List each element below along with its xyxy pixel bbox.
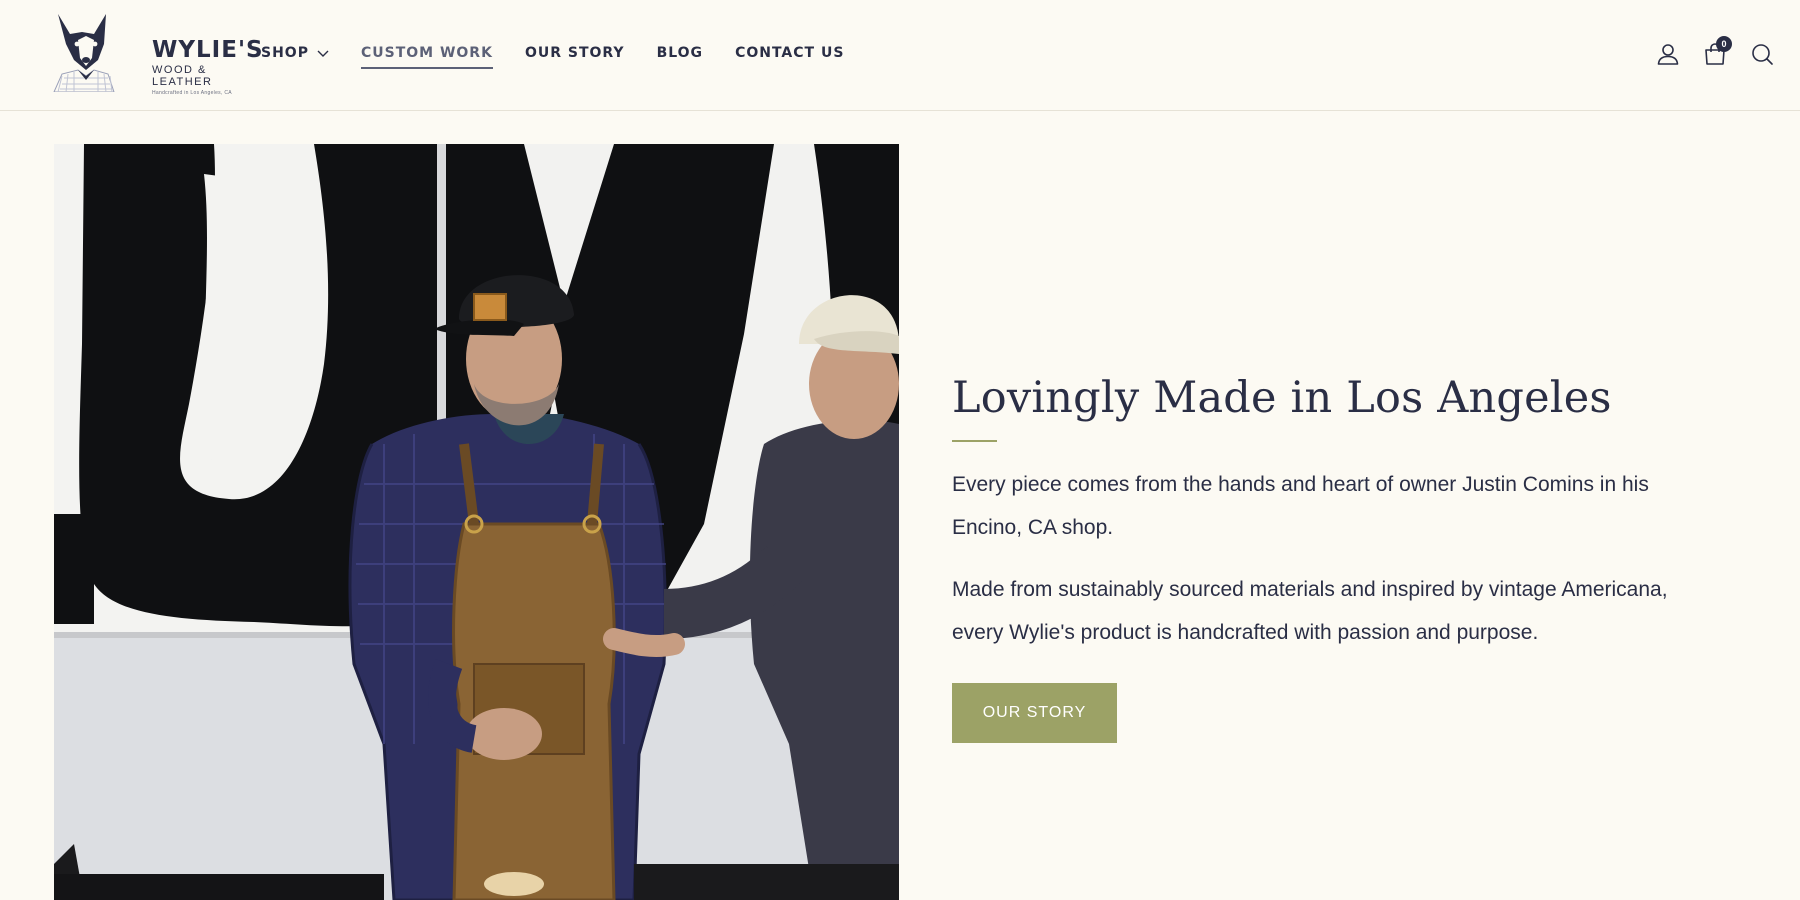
hero-paragraph-2: Made from sustainably sourced materials … <box>952 578 1668 644</box>
header-actions: 0 <box>1633 36 1774 66</box>
nav-contact-us[interactable]: CONTACT US <box>735 45 844 69</box>
heading-divider <box>952 440 997 442</box>
our-story-button[interactable]: OUR STORY <box>952 683 1117 743</box>
site-header: WYLIE'S WOOD & LEATHER Handcrafted in Lo… <box>0 0 1800 111</box>
search-button[interactable] <box>1750 42 1774 66</box>
brand-subtitle: WOOD & LEATHER <box>152 64 213 88</box>
brand-logo[interactable]: WYLIE'S WOOD & LEATHER Handcrafted in Lo… <box>48 14 263 96</box>
main-navigation: SHOP CUSTOM WORK OUR STORY BLOG CONTACT … <box>261 45 876 69</box>
hero-content: Lovingly Made in Los Angeles Every piece… <box>952 370 1672 743</box>
nav-shop-label: SHOP <box>261 45 309 61</box>
hero-photo-illustration <box>54 144 899 900</box>
hero-paragraph-1: Every piece comes from the hands and hea… <box>952 473 1649 539</box>
brand-tagline: Handcrafted in Los Angeles, CA <box>152 90 232 96</box>
search-icon <box>1752 44 1773 65</box>
nav-blog-label: BLOG <box>656 45 704 61</box>
nav-our-story-label: OUR STORY <box>524 45 625 61</box>
account-button[interactable] <box>1656 42 1680 66</box>
dog-mascot-icon <box>53 14 115 92</box>
nav-shop[interactable]: SHOP <box>261 45 329 69</box>
cart-count-badge: 0 <box>1716 36 1732 52</box>
hero-heading: Lovingly Made in Los Angeles <box>952 373 1612 423</box>
user-icon <box>1657 44 1679 65</box>
nav-blog[interactable]: BLOG <box>657 45 704 69</box>
nav-custom-work-label: CUSTOM WORK <box>360 45 493 61</box>
cart-button[interactable]: 0 <box>1703 36 1732 66</box>
hero-photo <box>54 144 899 900</box>
brand-wordmark: WYLIE'S WOOD & LEATHER Handcrafted in Lo… <box>152 38 264 96</box>
nav-custom-work[interactable]: CUSTOM WORK <box>360 45 493 69</box>
brand-name: WYLIE'S <box>152 37 264 63</box>
nav-contact-us-label: CONTACT US <box>735 45 845 61</box>
chevron-down-icon <box>317 50 329 57</box>
nav-our-story[interactable]: OUR STORY <box>525 45 625 69</box>
